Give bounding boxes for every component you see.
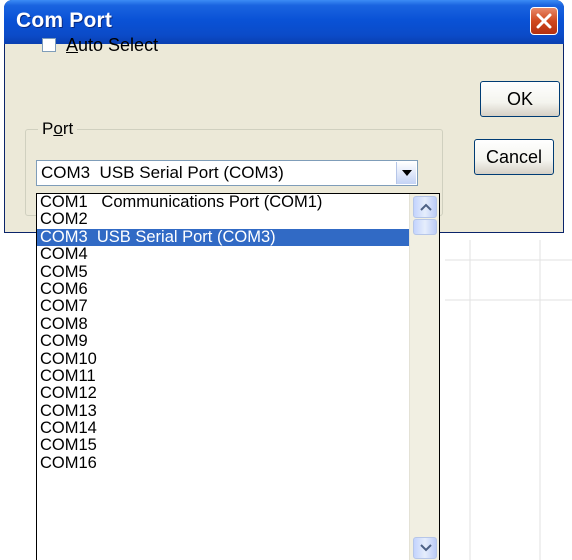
combobox-dropdown-button[interactable] — [396, 162, 416, 184]
auto-select-label-rest: uto Select — [78, 35, 159, 55]
scroll-thumb[interactable] — [413, 219, 437, 235]
port-list-item[interactable]: COM13 — [37, 403, 409, 420]
chevron-down-icon — [420, 544, 432, 552]
port-dropdown-list[interactable]: COM1 Communications Port (COM1) COM2 COM3 … — [36, 193, 440, 560]
port-list-item[interactable]: COM6 — [37, 281, 409, 298]
cancel-button[interactable]: Cancel — [474, 139, 554, 175]
port-list-item[interactable]: COM10 — [37, 351, 409, 368]
close-x-icon — [536, 13, 552, 29]
port-list-item[interactable]: COM11 — [37, 368, 409, 385]
port-list-item[interactable]: COM4 — [37, 246, 409, 263]
scroll-down-button[interactable] — [413, 537, 437, 559]
close-button[interactable] — [530, 7, 558, 35]
port-list-item[interactable]: COM9 — [37, 333, 409, 350]
auto-select-label-mnemonic: A — [66, 35, 79, 55]
scroll-up-button[interactable] — [413, 196, 437, 218]
port-group-label: Port — [38, 119, 78, 139]
port-list-item[interactable]: COM3 USB Serial Port (COM3) — [37, 228, 409, 247]
port-list-item[interactable]: COM16 — [37, 455, 409, 472]
port-list-item[interactable]: COM12 — [37, 385, 409, 402]
chevron-up-icon — [420, 203, 432, 211]
dropdown-scrollbar[interactable] — [409, 194, 439, 560]
auto-select-checkbox[interactable] — [42, 38, 56, 52]
port-list-item[interactable]: COM7 — [37, 298, 409, 315]
chevron-down-icon — [402, 170, 412, 176]
port-list: COM1 Communications Port (COM1) COM2 COM3 … — [37, 194, 409, 472]
port-list-item[interactable]: COM14 — [37, 420, 409, 437]
ok-button[interactable]: OK — [480, 81, 560, 117]
dialog-title: Com Port — [16, 9, 113, 32]
port-list-item[interactable]: COM1 Communications Port (COM1) — [37, 194, 409, 211]
port-list-item[interactable]: COM15 — [37, 437, 409, 454]
port-list-item[interactable]: COM2 — [37, 211, 409, 228]
port-combobox[interactable]: COM3 USB Serial Port (COM3) — [36, 160, 418, 186]
port-list-item[interactable]: COM5 — [37, 264, 409, 281]
port-label-mnemonic: o — [53, 119, 63, 138]
port-list-item[interactable]: COM8 — [37, 316, 409, 333]
port-combobox-value: COM3 USB Serial Port (COM3) — [41, 163, 284, 182]
auto-select-label: Auto Select — [66, 35, 158, 56]
